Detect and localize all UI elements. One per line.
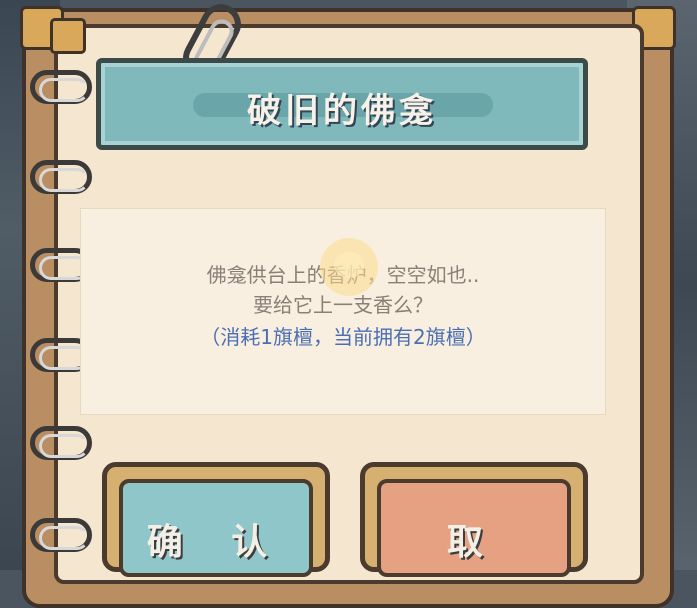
confirm-button-face[interactable]: 确 认 [119,479,313,577]
binder-ring-icon [30,160,92,194]
watermark-logo [320,238,378,296]
confirm-button[interactable]: 确 认 [102,462,330,577]
title-banner: 破旧的佛龛 [96,58,588,150]
dialog-title: 破旧的佛龛 [247,91,437,131]
page-corner [50,18,86,54]
binder-ring-icon [30,70,92,104]
binder-ring-icon [30,426,92,460]
cancel-button[interactable]: 取 [360,462,588,577]
binder-ring-icon [30,518,92,552]
cost-note: （消耗1旗檀，当前拥有2旗檀） [200,325,486,349]
cancel-button-label: 取 [446,522,501,563]
cancel-button-face[interactable]: 取 [377,479,571,577]
confirm-button-label: 确 认 [146,522,286,563]
